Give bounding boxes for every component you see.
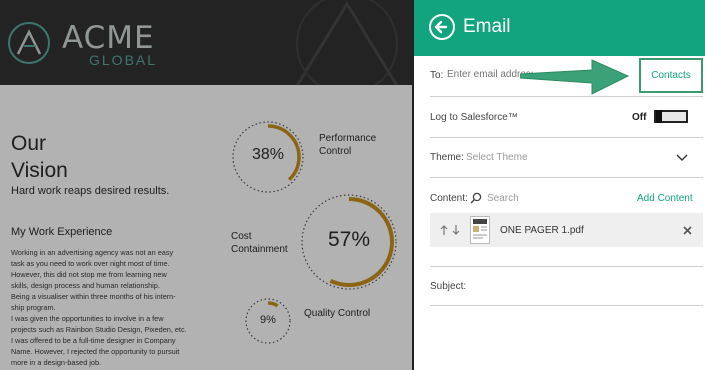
move-down-icon[interactable] — [452, 224, 460, 236]
subject-row — [430, 267, 703, 306]
dim-overlay — [0, 0, 412, 370]
pdf-thumbnail-icon — [473, 219, 487, 239]
annotation-arrow — [520, 59, 630, 95]
document-preview: ACME GLOBAL Our Vision Hard work reaps d… — [0, 0, 412, 370]
move-up-icon[interactable] — [440, 224, 448, 236]
file-thumbnail — [470, 216, 490, 244]
salesforce-toggle[interactable] — [654, 110, 688, 123]
add-content-link[interactable]: Add Content — [637, 193, 693, 204]
panel-header: Email — [414, 0, 705, 56]
back-button[interactable] — [429, 14, 455, 40]
theme-select[interactable]: Select Theme — [466, 152, 528, 163]
salesforce-label: Log to Salesforce™ — [430, 112, 518, 123]
panel-title: Email — [463, 16, 511, 37]
chevron-down-icon[interactable] — [676, 152, 688, 162]
subject-label: Subject: — [430, 281, 467, 292]
toggle-knob — [656, 110, 662, 123]
to-label: To: — [430, 70, 444, 81]
back-arrow-icon — [434, 20, 448, 34]
contacts-button[interactable]: Contacts — [639, 58, 703, 93]
attachment-item[interactable]: ONE PAGER 1.pdf — [430, 213, 703, 247]
content-search-input[interactable]: Search — [487, 193, 519, 204]
search-icon[interactable] — [470, 192, 482, 204]
attachment-name: ONE PAGER 1.pdf — [500, 225, 584, 236]
content-label: Content: — [430, 193, 468, 204]
theme-label: Theme: — [430, 152, 464, 163]
salesforce-state: Off — [632, 112, 647, 123]
remove-attachment-icon[interactable] — [683, 226, 692, 235]
